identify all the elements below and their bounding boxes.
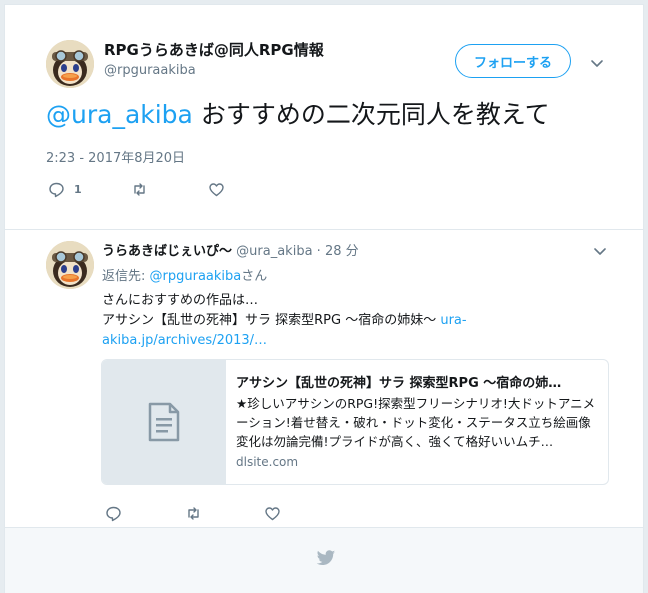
reply-icon — [48, 181, 65, 198]
reply-text-body: アサシン【乱世の死神】サラ 探索型RPG 〜宿命の姉妹〜 — [102, 313, 441, 328]
embed-footer — [5, 527, 643, 593]
reply-time[interactable]: 28 分 — [325, 244, 359, 259]
reply-to-prefix: 返信先: — [102, 269, 150, 284]
reply-button[interactable] — [105, 505, 122, 522]
document-icon — [146, 402, 182, 442]
retweet-button[interactable] — [185, 505, 202, 522]
reply-tweet: うらあきばじぇいぴ〜 @ura_akiba · 28 分 返信先: @rpgur… — [5, 230, 643, 530]
reply-text: さんにおすすめの作品は… アサシン【乱世の死神】サラ 探索型RPG 〜宿命の姉妹… — [102, 291, 522, 351]
reply-to-context: 返信先: @rpguraakibaさん — [102, 265, 267, 284]
reply-button[interactable]: 1 — [48, 181, 82, 198]
reply-to-handle[interactable]: @rpguraakiba — [150, 269, 242, 284]
twitter-bird-icon[interactable] — [316, 550, 336, 567]
reply-text-line: アサシン【乱世の死神】サラ 探索型RPG 〜宿命の姉妹〜 ura-akiba.j… — [102, 311, 522, 351]
follow-button[interactable]: フォローする — [455, 44, 571, 78]
tweet-text: @ura_akiba おすすめの二次元同人を教えて — [46, 99, 550, 131]
retweet-button[interactable] — [131, 181, 148, 198]
card-description: ★珍しいアサシンのRPG!探索型フリーシナリオ!大ドットアニメーション!着せ替え… — [236, 396, 596, 449]
mention-link[interactable]: @ura_akiba — [46, 100, 193, 129]
reply-to-suffix: さん — [241, 269, 268, 284]
tweet-embed-frame: RPGうらあきば@同人RPG情報 @rpguraakiba フォローする @ur… — [4, 4, 644, 593]
heart-icon — [208, 181, 225, 198]
tweet-text-body: おすすめの二次元同人を教えて — [192, 100, 550, 129]
card-title: アサシン【乱世の死神】サラ 探索型RPG 〜宿命の姉… — [236, 376, 562, 391]
card-thumbnail — [102, 360, 226, 484]
retweet-icon — [131, 181, 148, 198]
author-name[interactable]: RPGうらあきば@同人RPG情報 — [104, 39, 324, 60]
avatar[interactable] — [46, 40, 94, 88]
avatar[interactable] — [46, 241, 94, 289]
tweet-timestamp[interactable]: 2:23 - 2017年8月20日 — [46, 147, 185, 166]
chevron-down-icon[interactable] — [592, 243, 608, 259]
retweet-icon — [185, 505, 202, 522]
reply-author-handle[interactable]: @ura_akiba — [236, 244, 312, 259]
link-card[interactable]: アサシン【乱世の死神】サラ 探索型RPG 〜宿命の姉… ★珍しいアサシンのRPG… — [101, 359, 609, 485]
reply-icon — [105, 505, 122, 522]
reply-separator: · — [312, 244, 325, 259]
heart-icon — [264, 505, 281, 522]
reply-author-name[interactable]: うらあきばじぇいぴ〜 — [102, 244, 232, 259]
like-button[interactable] — [208, 181, 225, 198]
card-domain: dlsite.com — [236, 455, 299, 469]
reply-text-line: さんにおすすめの作品は… — [102, 293, 259, 308]
main-tweet: RPGうらあきば@同人RPG情報 @rpguraakiba フォローする @ur… — [5, 5, 643, 229]
author-handle[interactable]: @rpguraakiba — [104, 63, 196, 78]
like-button[interactable] — [264, 505, 281, 522]
reply-count: 1 — [74, 183, 82, 196]
reply-header: うらあきばじぇいぴ〜 @ura_akiba · 28 分 — [102, 240, 359, 259]
chevron-down-icon[interactable] — [589, 55, 605, 71]
